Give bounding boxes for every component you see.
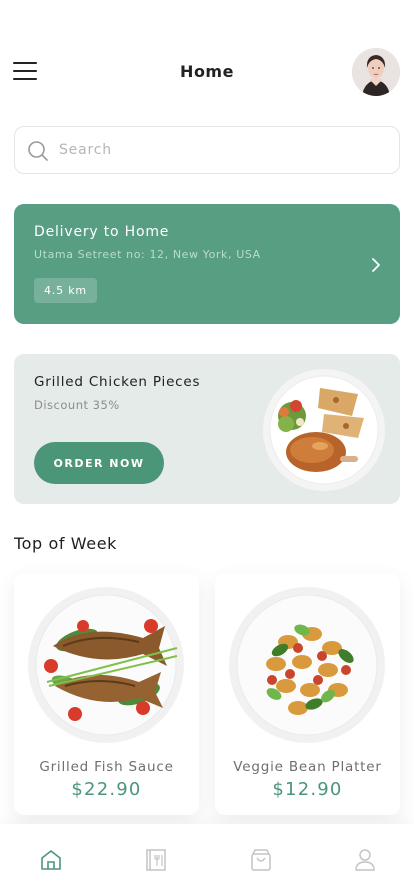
section-title-top-of-week: Top of Week [14, 534, 118, 553]
grilled-chicken-image[interactable] [262, 368, 386, 492]
search-icon [28, 141, 48, 161]
promo-discount: Discount 35% [34, 398, 120, 412]
search-bar[interactable] [14, 126, 400, 174]
food-card[interactable]: Grilled Fish Sauce $22.90 [14, 573, 199, 815]
grilled-fish-image [28, 587, 184, 743]
delivery-card[interactable]: Delivery to Home Utama Setreet no: 12, N… [14, 204, 400, 324]
food-card-price: $22.90 [71, 779, 142, 800]
home-icon[interactable] [39, 848, 63, 872]
veggie-bean-image [229, 587, 385, 743]
food-card-price: $12.90 [272, 779, 343, 800]
profile-icon[interactable] [353, 848, 377, 872]
food-card-name: Grilled Fish Sauce [39, 759, 174, 775]
delivery-title: Delivery to Home [34, 224, 170, 240]
shopping-bag-icon[interactable] [249, 848, 273, 872]
promo-card: Grilled Chicken Pieces Discount 35% ORDE… [14, 354, 400, 504]
order-now-button[interactable]: ORDER NOW [34, 442, 164, 484]
bottom-navigation [0, 824, 414, 896]
distance-badge: 4.5 km [34, 278, 97, 303]
food-card[interactable]: Veggie Bean Platter $12.90 [215, 573, 400, 815]
chevron-right-icon[interactable] [370, 256, 382, 274]
app-header: Home [0, 44, 414, 100]
food-card-name: Veggie Bean Platter [233, 759, 382, 775]
promo-title: Grilled Chicken Pieces [34, 374, 201, 390]
avatar[interactable] [352, 48, 400, 96]
search-input[interactable] [59, 127, 379, 173]
menu-book-icon[interactable] [144, 848, 168, 872]
delivery-address: Utama Setreet no: 12, New York, USA [34, 248, 261, 261]
